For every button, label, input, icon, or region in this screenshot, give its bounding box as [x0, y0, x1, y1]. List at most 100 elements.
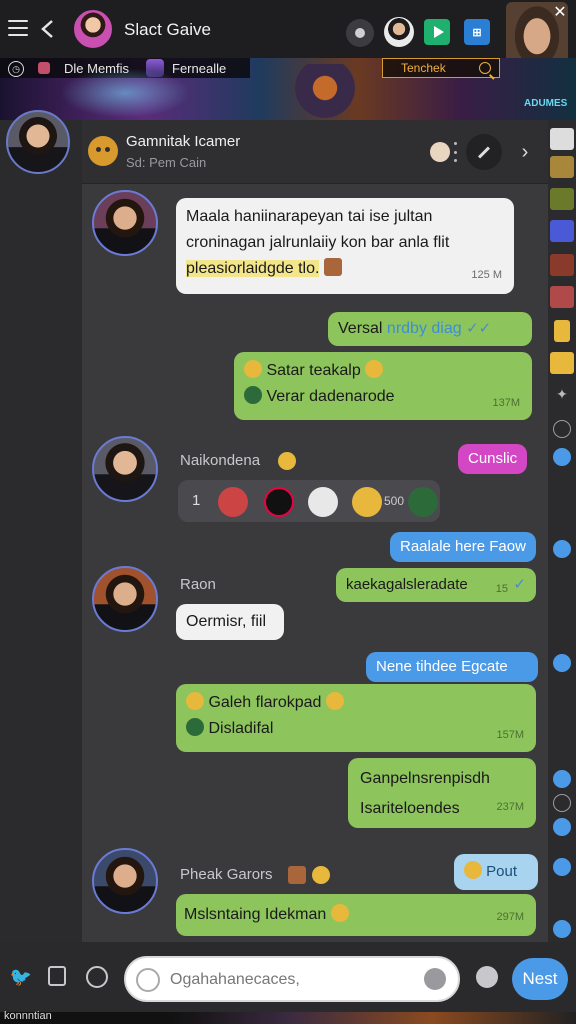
rail-thumbnail[interactable]	[550, 128, 574, 150]
mask-icon	[146, 59, 164, 77]
timestamp: 15	[495, 583, 508, 595]
timestamp: 157M	[496, 729, 524, 741]
at-icon[interactable]	[136, 968, 160, 992]
timestamp: 125 M	[471, 269, 502, 281]
sticker-icon	[323, 258, 342, 276]
rail-thumbnail[interactable]	[550, 254, 574, 276]
reaction-icon[interactable]	[408, 487, 438, 517]
message-bubble[interactable]: Mslsntaing Idekman 297M	[176, 894, 536, 936]
emoji-icon	[186, 718, 204, 736]
search-icon[interactable]	[479, 62, 491, 74]
rail-thumbnail[interactable]	[550, 220, 574, 242]
chat-title: Gamnitak Icamer	[126, 133, 241, 150]
tag-pill[interactable]: Nene tihdee Egcate	[366, 652, 538, 682]
grid-icon[interactable]: ⊞	[464, 19, 490, 45]
banner-strip: ◷ Dle Memfis Fernealle	[0, 58, 250, 78]
menu-icon[interactable]	[8, 20, 28, 36]
bird-icon[interactable]: 🐦	[10, 966, 32, 988]
record-icon[interactable]	[346, 19, 374, 47]
message-input[interactable]	[170, 966, 410, 994]
rail-thumbnail[interactable]	[550, 286, 574, 308]
chat-panel: Gamnitak Icamer Sd: Pem Cain › Maala han…	[82, 120, 548, 942]
timestamp: 137M	[492, 397, 520, 409]
sender-name: Pheak Garors	[180, 866, 273, 883]
status-icon[interactable]	[553, 818, 571, 836]
camera-icon[interactable]	[476, 966, 498, 988]
timestamp: 237M	[496, 801, 524, 813]
message-bubble[interactable]: Maala haniinarapeyan tai ise jultan cron…	[176, 198, 514, 294]
message-input-wrapper	[124, 956, 460, 1002]
message-bubble[interactable]: Satar teakalp Verar dadenarode 137M	[234, 352, 532, 420]
status-icon[interactable]	[553, 448, 571, 466]
info-icon[interactable]	[553, 420, 571, 438]
message-text: Mslsntaing Idekman	[184, 906, 327, 923]
status-icon[interactable]	[553, 770, 571, 788]
check-icon: ✓	[513, 576, 526, 593]
left-column	[0, 120, 82, 942]
avatar[interactable]	[92, 436, 158, 502]
emoji-icon	[186, 692, 204, 710]
message-text: Verar dadenarode	[266, 388, 395, 405]
rail-thumbnail[interactable]	[550, 188, 574, 210]
sender-name: Naikondena	[180, 452, 261, 469]
cookie-icon[interactable]	[430, 142, 450, 162]
tag-pill[interactable]: Pout	[454, 854, 538, 890]
avatar[interactable]	[92, 566, 158, 632]
banner-search[interactable]: Tenchek	[382, 58, 500, 78]
reaction-icon[interactable]	[352, 487, 382, 517]
pencil-icon[interactable]	[466, 134, 502, 170]
message-text: Isariteloendes	[360, 800, 460, 817]
emoji-picker-icon[interactable]	[86, 966, 108, 988]
reaction-icon[interactable]	[308, 487, 338, 517]
bird-icon[interactable]: ✦	[550, 386, 574, 408]
trophy-icon[interactable]	[550, 352, 574, 374]
play-icon[interactable]	[424, 19, 450, 45]
message-text: Versal	[338, 320, 383, 337]
close-icon[interactable]: ›	[510, 134, 540, 170]
sticker-icon	[288, 866, 306, 884]
sticker-icon[interactable]	[48, 966, 66, 986]
status-icon[interactable]	[553, 920, 571, 938]
pin-icon[interactable]	[554, 320, 570, 342]
avatar[interactable]	[384, 17, 414, 47]
avatar[interactable]	[74, 10, 112, 48]
mic-icon[interactable]	[424, 968, 446, 990]
reaction-icon[interactable]	[218, 487, 248, 517]
message-text: Galeh flarokpad	[208, 694, 322, 711]
close-icon[interactable]: ✕	[552, 4, 568, 21]
rail-thumbnail[interactable]	[550, 156, 574, 178]
avatar[interactable]	[6, 110, 70, 174]
emoji-icon	[244, 360, 262, 378]
banner-label[interactable]: Dle Memfis	[64, 61, 129, 76]
clock-icon[interactable]: ◷	[8, 61, 24, 77]
message-bubble[interactable]: Ganpelnsrenpisdh Isariteloendes 237M	[348, 758, 536, 828]
back-icon[interactable]	[38, 18, 58, 40]
message-bubble[interactable]: kaekagalsleradate 15 ✓	[336, 568, 536, 602]
message-bubble[interactable]: Oermisr, fiil	[176, 604, 284, 640]
message-bubble[interactable]: Versal nrdby diag ✓✓	[328, 312, 532, 346]
emoji-icon	[365, 360, 384, 378]
status-icon[interactable]	[553, 540, 571, 558]
message-text: Ganpelnsrenpisdh	[360, 770, 490, 787]
status-icon[interactable]	[553, 858, 571, 876]
top-bar: Slact Gaive ⊞ ✕	[0, 0, 576, 78]
avatar[interactable]	[92, 848, 158, 914]
tag-pill[interactable]: Cunslic	[458, 444, 528, 474]
message-link[interactable]: nrdby diag	[387, 320, 462, 337]
more-icon[interactable]	[452, 142, 458, 162]
message-bubble[interactable]: Galeh flarokpad Disladifal 157M	[176, 684, 536, 752]
banner-label[interactable]: Fernealle	[172, 61, 226, 76]
send-button[interactable]: Nest	[512, 958, 568, 1000]
reaction-icon[interactable]	[264, 487, 294, 517]
avatar[interactable]	[92, 190, 158, 256]
message-text: kaekagalsleradate	[346, 576, 468, 593]
app-window: Slact Gaive ⊞ ✕ ◷ Dle Memfis Fernealle T…	[0, 0, 576, 1024]
status-icon[interactable]	[553, 654, 571, 672]
tag-pill[interactable]: Raalale here Faow	[390, 532, 536, 562]
emoji-icon	[278, 452, 296, 470]
group-logo-icon	[88, 136, 118, 166]
footer-label: konnntian	[4, 1010, 52, 1022]
message-text: Disladifal	[208, 720, 274, 737]
info-icon[interactable]	[553, 794, 571, 812]
emoji-icon	[330, 904, 349, 922]
